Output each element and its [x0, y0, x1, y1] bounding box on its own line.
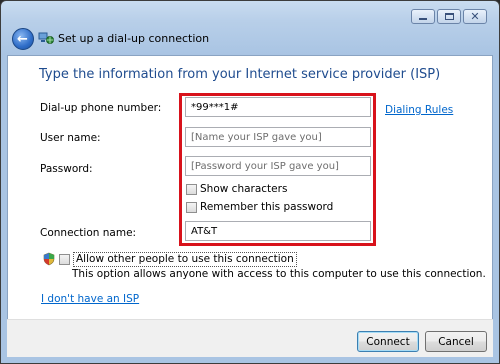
minimize-icon: [419, 18, 427, 20]
remember-password-checkbox[interactable]: [186, 201, 197, 213]
no-isp-link[interactable]: I don't have an ISP: [41, 293, 139, 305]
cancel-button[interactable]: Cancel: [425, 331, 487, 352]
maximize-icon: [444, 13, 454, 20]
close-button[interactable]: ✕: [463, 9, 487, 24]
close-icon: ✕: [470, 10, 480, 23]
wizard-footer: [7, 319, 493, 357]
allow-others-label: Allow other people to use this connectio…: [73, 252, 297, 267]
window-title: Set up a dial-up connection: [58, 32, 210, 45]
show-characters-label: Show characters: [200, 183, 288, 195]
back-arrow-icon: ←: [17, 31, 28, 47]
caption-buttons: ✕: [411, 9, 487, 24]
user-name-input[interactable]: [Name your ISP gave you]: [185, 127, 371, 147]
allow-others-description: This option allows anyone with access to…: [72, 268, 486, 280]
password-label: Password:: [40, 163, 93, 175]
show-characters-option[interactable]: Show characters: [186, 183, 287, 195]
shield-icon: [43, 252, 55, 266]
page-heading: Type the information from your Internet …: [39, 67, 441, 82]
phone-number-input[interactable]: *99***1#: [185, 97, 371, 117]
connect-button[interactable]: Connect: [357, 331, 419, 352]
connection-name-input[interactable]: AT&T: [185, 221, 371, 241]
dialup-wizard-window: ✕ ← Set up a dial-up connection Type the…: [0, 0, 500, 364]
maximize-button[interactable]: [437, 9, 461, 24]
password-input[interactable]: [Password your ISP gave you]: [185, 156, 371, 176]
remember-password-label: Remember this password: [200, 201, 334, 213]
remember-password-option[interactable]: Remember this password: [186, 201, 333, 213]
connection-name-label: Connection name:: [40, 227, 137, 239]
dialing-rules-link[interactable]: Dialing Rules: [385, 104, 453, 116]
minimize-button[interactable]: [411, 9, 435, 24]
network-connection-icon: [38, 32, 54, 44]
back-button[interactable]: ←: [12, 28, 34, 50]
phone-number-label: Dial-up phone number:: [40, 102, 162, 114]
show-characters-checkbox[interactable]: [186, 183, 197, 195]
user-name-label: User name:: [40, 132, 101, 144]
allow-others-option[interactable]: Allow other people to use this connectio…: [59, 252, 297, 267]
allow-others-checkbox[interactable]: [59, 254, 70, 265]
